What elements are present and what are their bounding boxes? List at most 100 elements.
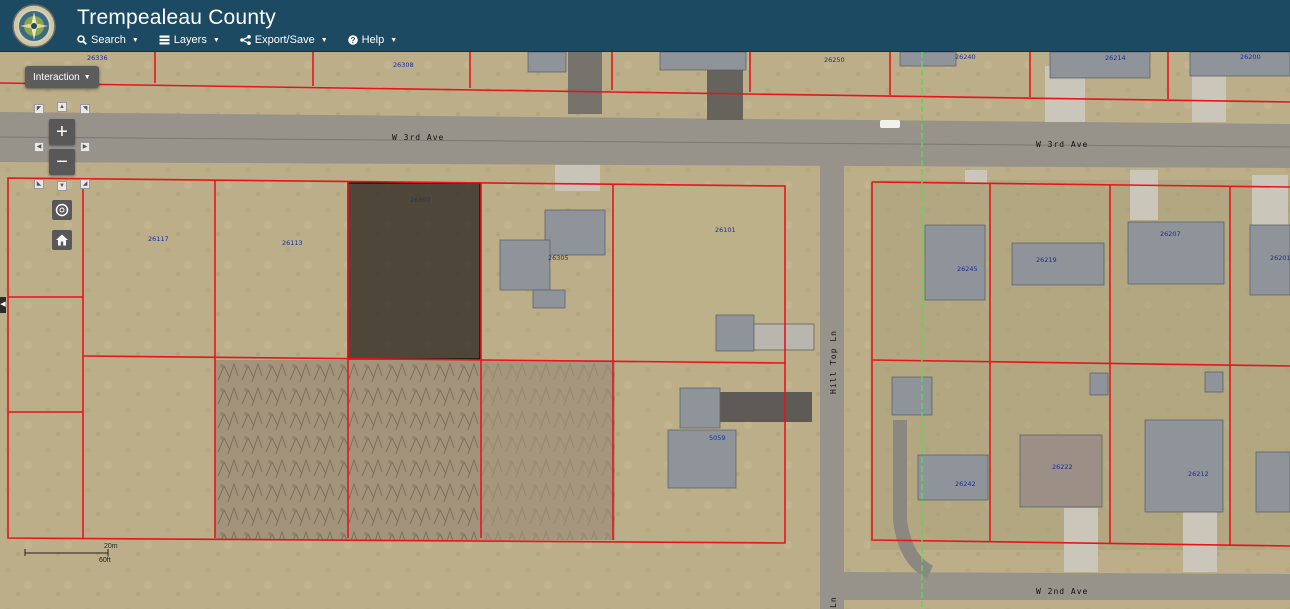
aerial-map[interactable]: W 3rd Ave W 3rd Ave W 2nd Ave Hill Top L… [0, 52, 1290, 609]
pan-up-left-icon[interactable]: ◤ [34, 104, 44, 114]
building [667, 429, 737, 489]
scale-metric: 20m [104, 543, 118, 550]
building [1019, 434, 1103, 508]
building [532, 289, 566, 309]
app-title: Trempealeau County [77, 6, 276, 29]
building [544, 209, 606, 256]
globe-icon [55, 203, 69, 217]
zoom-in-button[interactable]: + [49, 119, 75, 145]
driveway [965, 170, 987, 184]
parcel-id: 26307 [410, 196, 431, 204]
parcel-id: 26250 [824, 56, 845, 64]
pan-down-right-icon[interactable]: ◢ [80, 179, 90, 189]
map-view[interactable]: W 3rd Ave W 3rd Ave W 2nd Ave Hill Top L… [0, 52, 1290, 609]
share-icon [239, 35, 251, 45]
building [499, 239, 551, 291]
street-label-hill-top-ln: Hill Top Ln [829, 330, 838, 394]
app-header: Trempealeau County Search ▼ Layers ▼ Exp… [0, 0, 1290, 52]
parcel-id: 26201 [1270, 254, 1290, 262]
search-icon [77, 35, 87, 45]
parcel-id: 26214 [1105, 54, 1126, 62]
svg-text:?: ? [350, 36, 355, 45]
pan-left-icon[interactable]: ◀ [34, 142, 44, 152]
building [1204, 371, 1224, 393]
driveway [555, 165, 600, 191]
chevron-down-icon: ▼ [131, 36, 139, 44]
driveway [1252, 175, 1288, 225]
wooded-area [480, 360, 615, 540]
street-label-w-2nd-ave: W 2nd Ave [1036, 587, 1088, 596]
interaction-dropdown[interactable]: Interaction ▼ [25, 66, 99, 88]
street-label-w-3rd-ave: W 3rd Ave [1036, 140, 1088, 149]
driveway [1183, 508, 1217, 572]
search-menu[interactable]: Search ▼ [77, 34, 139, 46]
parcel-id: 26200 [1240, 53, 1261, 61]
home-button[interactable] [52, 230, 72, 250]
help-icon: ? [347, 35, 358, 45]
building [899, 52, 957, 67]
building [891, 376, 933, 416]
pan-down-icon[interactable]: ▼ [57, 181, 67, 191]
help-menu[interactable]: ? Help ▼ [347, 34, 398, 46]
building [527, 52, 567, 73]
parcel-id: 26222 [1052, 463, 1073, 471]
building [1089, 372, 1109, 396]
driveway [1130, 170, 1158, 220]
parcel-id: 5059 [709, 434, 726, 442]
zoom-out-button[interactable]: − [49, 149, 75, 175]
chevron-down-icon: ▼ [83, 73, 91, 81]
parcel-id: 26212 [1188, 470, 1209, 478]
parcel-id: 26207 [1160, 230, 1181, 238]
building [924, 224, 986, 301]
parcel-id: 26308 [393, 61, 414, 69]
search-menu-label: Search [91, 34, 126, 46]
parcel-id: 26242 [955, 480, 976, 488]
pan-down-left-icon[interactable]: ◣ [34, 179, 44, 189]
full-extent-button[interactable] [52, 200, 72, 220]
parcel-id: 26336 [87, 54, 108, 62]
vehicle [880, 120, 900, 128]
building [659, 52, 747, 71]
scale-imperial: 60ft [99, 557, 111, 564]
driveway [720, 392, 812, 422]
chevron-down-icon: ▼ [320, 36, 328, 44]
building [1144, 419, 1224, 513]
building [917, 454, 989, 501]
driveway [568, 52, 602, 114]
export-save-menu-label: Export/Save [254, 34, 315, 46]
parcel-id: 26240 [955, 53, 976, 61]
layers-menu[interactable]: Layers ▼ [159, 34, 220, 46]
driveway [1192, 70, 1226, 122]
selected-parcel[interactable] [347, 182, 481, 360]
main-menu: Search ▼ Layers ▼ Export/Save ▼ ? Help ▼ [77, 34, 397, 46]
help-menu-label: Help [361, 34, 385, 46]
building [679, 387, 721, 429]
street-label-hill-top-ln: Ln [829, 596, 838, 608]
county-logo[interactable] [12, 4, 56, 48]
parcel-id: 26113 [282, 239, 303, 247]
parcel-id: 26219 [1036, 256, 1057, 264]
left-panel-toggle[interactable]: ◀ [0, 297, 6, 313]
interaction-label: Interaction [33, 71, 80, 83]
layers-menu-label: Layers [173, 34, 207, 46]
parcel-id: 26117 [148, 235, 169, 243]
building [1255, 451, 1290, 513]
driveway [1064, 508, 1098, 572]
building [1049, 52, 1151, 79]
pan-up-icon[interactable]: ▲ [57, 102, 67, 112]
scale-bar: 20m 60ft [24, 543, 118, 567]
layers-icon [159, 35, 170, 45]
chevron-down-icon: ▼ [390, 36, 398, 44]
parcel-id: 26245 [957, 265, 978, 273]
building [715, 314, 755, 352]
scale-bar-graphic [24, 549, 109, 557]
export-save-menu[interactable]: Export/Save ▼ [239, 34, 328, 46]
building [753, 323, 815, 351]
building [1011, 242, 1105, 286]
chevron-down-icon: ▼ [212, 36, 220, 44]
pan-right-icon[interactable]: ▶ [80, 142, 90, 152]
parcel-id: 26305 [548, 254, 569, 262]
parcel-id: 26101 [715, 226, 736, 234]
pan-up-right-icon[interactable]: ◥ [80, 104, 90, 114]
street-label-w-3rd-ave: W 3rd Ave [392, 133, 444, 142]
